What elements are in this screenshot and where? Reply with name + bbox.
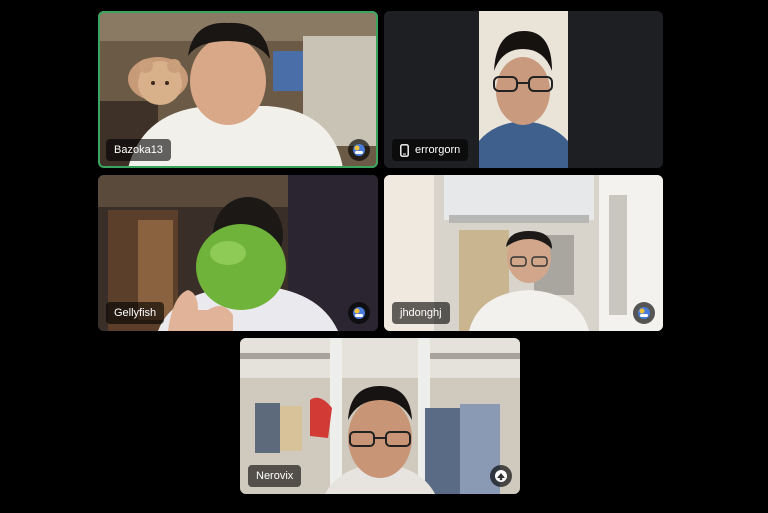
participant-name-tag: Bazoka13 (106, 139, 171, 161)
avatar-icon[interactable] (633, 302, 655, 324)
video-tile-jhdonghj[interactable]: jhdonghj (384, 175, 663, 331)
participant-name-tag: Nerovix (248, 465, 302, 487)
avatar-icon[interactable] (490, 465, 512, 487)
participant-name-tag: jhdonghj (392, 302, 450, 324)
participant-name: Bazoka13 (114, 144, 163, 156)
mobile-phone-icon (400, 143, 409, 157)
participant-name: Nerovix (256, 470, 294, 482)
participant-name: errorgorn (415, 144, 461, 156)
participant-name-tag: errorgorn (392, 139, 469, 161)
participant-name: jhdonghj (400, 307, 442, 319)
participant-name-tag: Gellyfish (106, 302, 165, 324)
video-tile-gellyfish[interactable]: Gellyfish (98, 175, 378, 331)
participant-name: Gellyfish (114, 307, 157, 319)
video-tile-bazoka13[interactable]: Bazoka13 (98, 11, 378, 168)
avatar-icon[interactable] (348, 139, 370, 161)
video-tile-errorgorn[interactable]: errorgorn (384, 11, 663, 168)
avatar-icon[interactable] (348, 302, 370, 324)
video-tile-nerovix[interactable]: Nerovix (240, 338, 520, 494)
